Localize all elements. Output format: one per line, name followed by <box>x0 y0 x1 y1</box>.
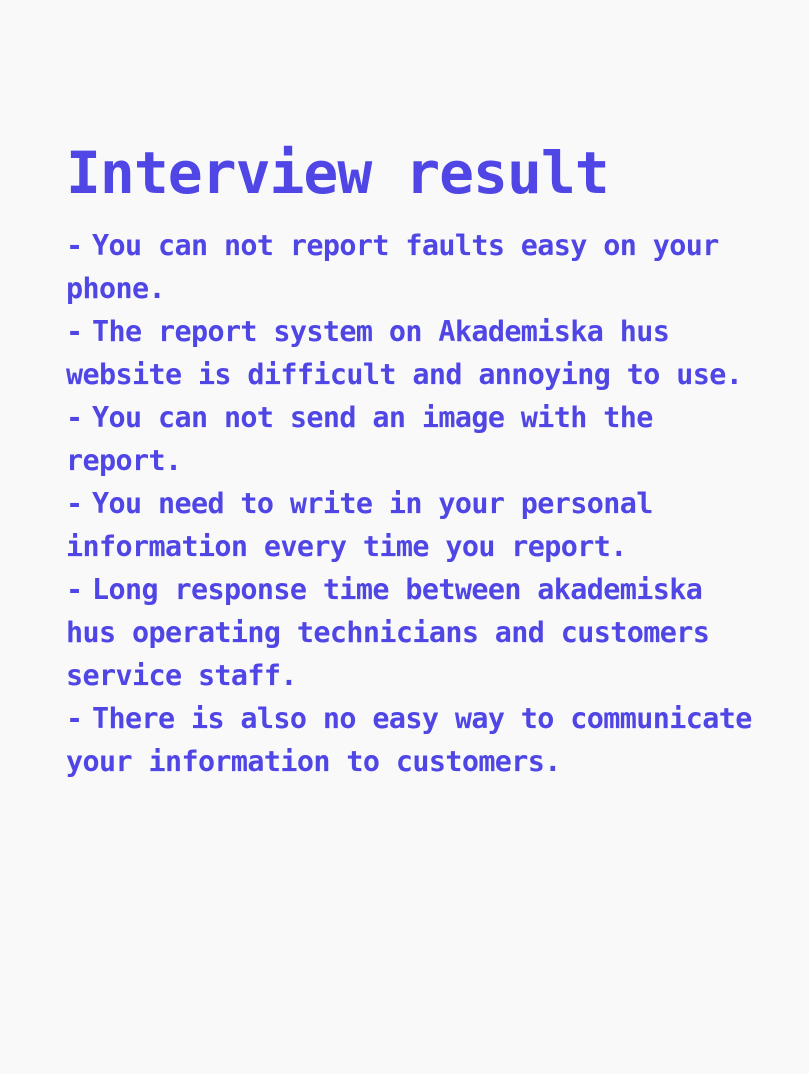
finding-text: You need to write in your personal infor… <box>66 487 653 563</box>
page-title: Interview result <box>66 139 610 207</box>
finding-item-1: - You can not report faults easy on your … <box>66 224 766 310</box>
finding-item-6: - There is also no easy way to communicat… <box>66 697 766 783</box>
finding-text: There is also no easy way to communicate… <box>66 702 752 778</box>
dash-marker: - <box>66 702 83 735</box>
finding-item-3: - You can not send an image with the repo… <box>66 396 766 482</box>
finding-text: The report system on Akademiska hus webs… <box>66 315 743 391</box>
dash-marker: - <box>66 487 83 520</box>
finding-text: Long response time between akademiska hu… <box>66 573 710 692</box>
dash-marker: - <box>66 401 83 434</box>
dash-marker: - <box>66 315 83 348</box>
finding-item-4: - You need to write in your personal info… <box>66 482 766 568</box>
finding-item-2: - The report system on Akademiska hus web… <box>66 310 766 396</box>
finding-text: You can not report faults easy on your p… <box>66 229 719 305</box>
interview-result-card: Interview result - You can not report fau… <box>66 140 766 783</box>
finding-text: You can not send an image with the repor… <box>66 401 653 477</box>
finding-item-5: - Long response time between akademiska h… <box>66 568 766 697</box>
findings-list: - You can not report faults easy on your … <box>66 224 766 783</box>
dash-marker: - <box>66 229 83 262</box>
dash-marker: - <box>66 573 83 606</box>
